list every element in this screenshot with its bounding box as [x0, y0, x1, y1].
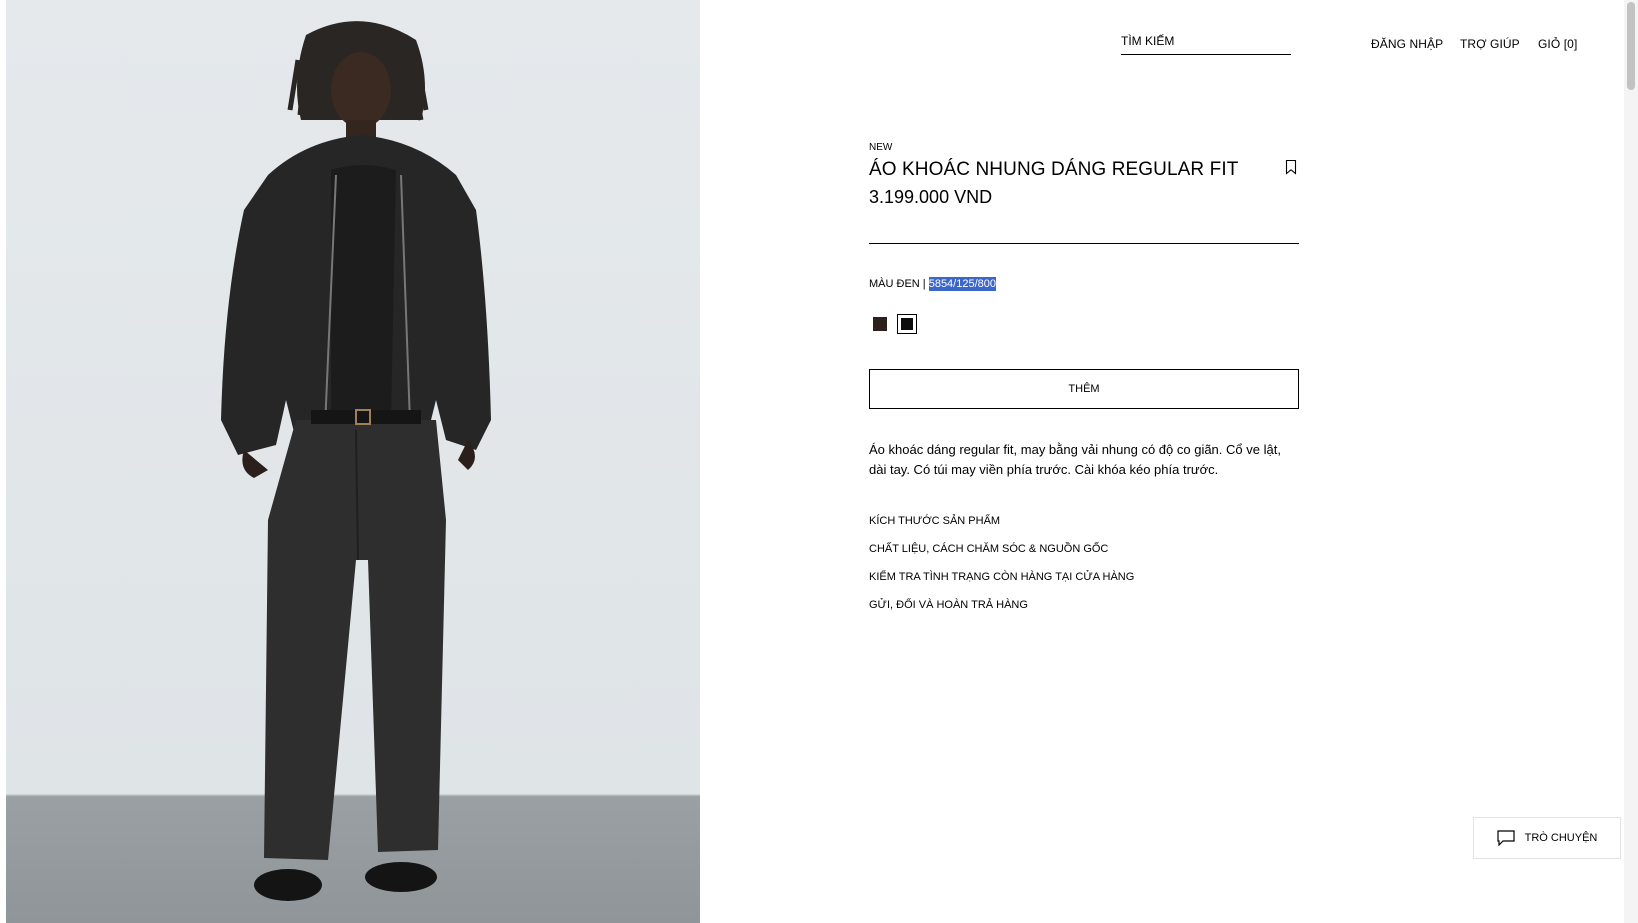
accordion-shipping-returns[interactable]: GỬI, ĐỔI VÀ HOÀN TRẢ HÀNG [869, 599, 1028, 611]
product-title: ÁO KHOÁC NHUNG DÁNG REGULAR FIT [869, 159, 1239, 180]
login-link[interactable]: ĐĂNG NHẬP [1371, 37, 1443, 51]
color-swatch-black[interactable] [897, 314, 917, 334]
help-link[interactable]: TRỢ GIÚP [1460, 37, 1520, 51]
product-sku: 5854/125/800 [928, 277, 996, 291]
product-photo-illustration [221, 21, 491, 901]
color-swatch-dark-brown[interactable] [870, 314, 890, 334]
divider [869, 243, 1299, 244]
search-field[interactable]: TÌM KIẾM [1121, 33, 1291, 55]
scrollbar-thumb[interactable] [1627, 2, 1635, 90]
chat-button[interactable]: TRÒ CHUYỆN [1473, 817, 1621, 859]
product-description: Áo khoác dáng regular fit, may bằng vải … [869, 442, 1281, 477]
bookmark-icon[interactable] [1283, 159, 1299, 175]
product-price: 3.199.000 VND [869, 187, 993, 207]
accordion-store-availability[interactable]: KIỂM TRA TÌNH TRẠNG CÒN HÀNG TẠI CỬA HÀN… [869, 571, 1134, 583]
product-image[interactable] [6, 0, 700, 923]
chat-label: TRÒ CHUYỆN [1524, 832, 1598, 844]
swatch-fill [873, 317, 887, 331]
add-to-cart-button[interactable]: THÊM [869, 369, 1299, 409]
color-info: MÀU ĐEN | 5854/125/800 [869, 277, 996, 291]
new-badge: NEW [869, 142, 893, 153]
cart-link[interactable]: GIỎ [0] [1538, 37, 1577, 51]
swatch-fill [901, 318, 913, 330]
page-scrollbar[interactable] [1624, 0, 1638, 923]
color-label: MÀU ĐEN | [869, 278, 926, 290]
chat-bubble-icon [1497, 830, 1515, 846]
accordion-material-care[interactable]: CHẤT LIỆU, CÁCH CHĂM SÓC & NGUỒN GỐC [869, 543, 1108, 555]
search-label: TÌM KIẾM [1121, 34, 1175, 48]
accordion-product-size[interactable]: KÍCH THƯỚC SẢN PHẨM [869, 515, 1000, 527]
